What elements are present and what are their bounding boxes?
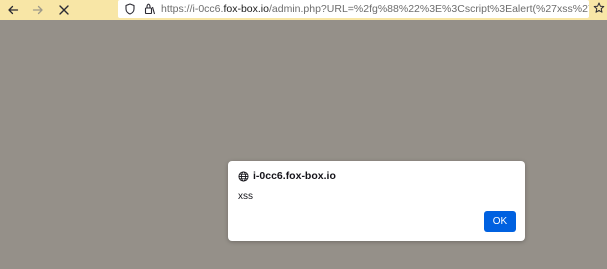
url-domain: fox-box.io <box>223 3 269 15</box>
alert-dialog: i-0cc6.fox-box.io xss OK <box>228 161 525 241</box>
star-icon <box>593 1 605 19</box>
bookmark-button[interactable] <box>591 0 607 20</box>
back-button[interactable] <box>2 0 24 20</box>
permissions-icon[interactable] <box>142 0 156 18</box>
url-suffix: /admin.php?URL=%2fg%88%22%3E%3Cscript%3E… <box>268 3 589 15</box>
ok-button[interactable]: OK <box>484 211 516 232</box>
url-prefix: https://i-0cc6. <box>161 3 224 15</box>
shield-icon[interactable] <box>123 0 137 18</box>
url-text[interactable]: https://i-0cc6.fox-box.io/admin.php?URL=… <box>161 0 589 18</box>
globe-icon <box>238 170 250 182</box>
arrow-left-icon <box>7 4 19 16</box>
dialog-title: i-0cc6.fox-box.io <box>253 170 336 182</box>
forward-button[interactable] <box>27 0 49 20</box>
stop-button[interactable] <box>53 0 75 20</box>
address-bar[interactable]: https://i-0cc6.fox-box.io/admin.php?URL=… <box>118 0 589 18</box>
dialog-message: xss <box>238 191 253 202</box>
dialog-header: i-0cc6.fox-box.io <box>238 169 336 183</box>
arrow-right-icon <box>32 4 44 16</box>
close-icon <box>58 4 70 16</box>
browser-toolbar: https://i-0cc6.fox-box.io/admin.php?URL=… <box>0 0 607 20</box>
